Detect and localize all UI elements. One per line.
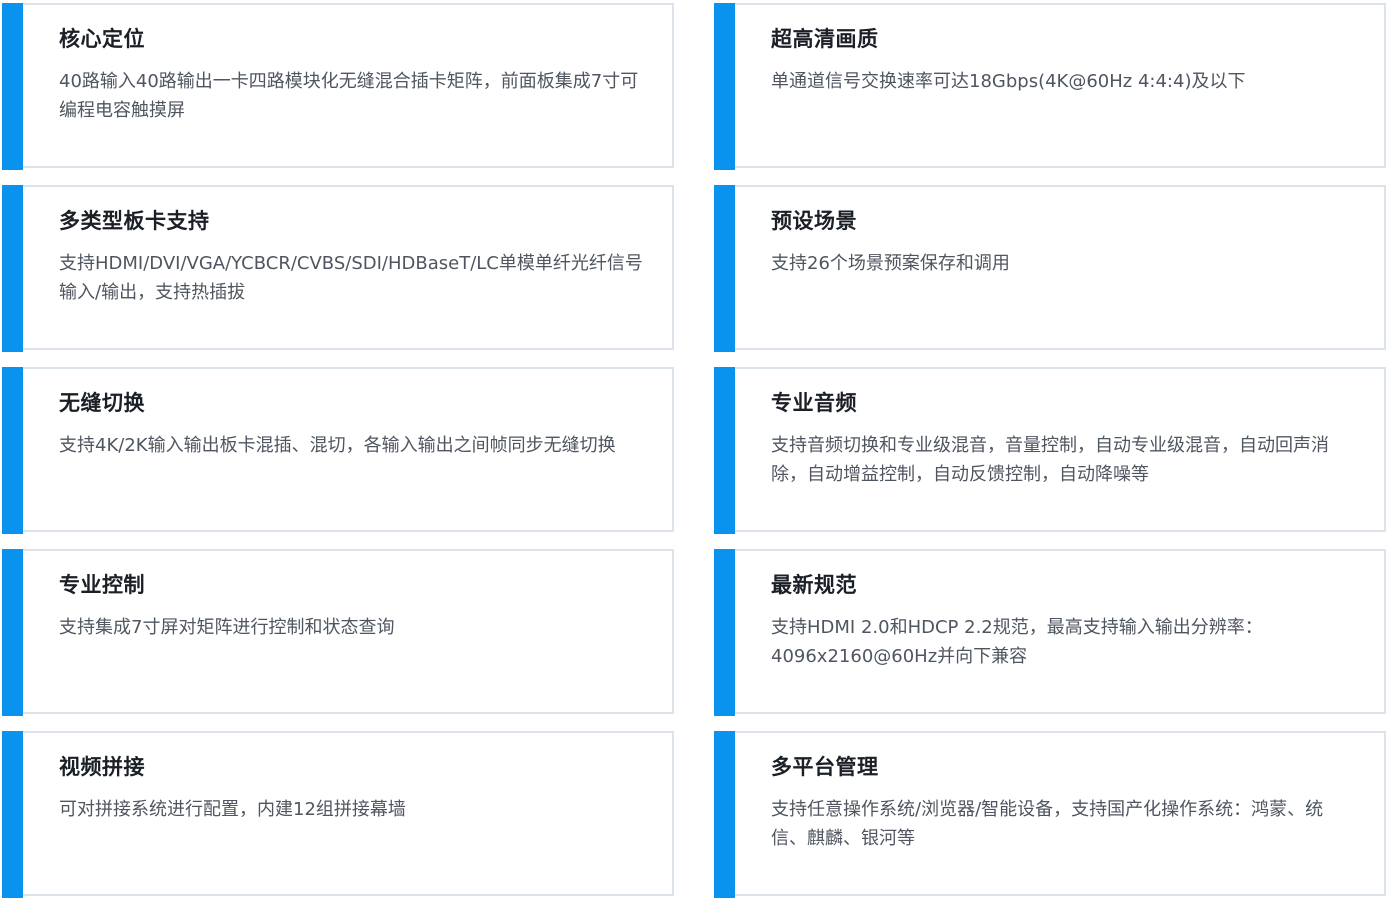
feature-card-video-splicing: 视频拼接 可对拼接系统进行配置，内建12组拼接幕墙 [2, 731, 674, 898]
accent-bar [2, 367, 23, 534]
feature-title: 专业音频 [771, 391, 857, 415]
feature-card-pro-audio: 专业音频 支持音频切换和专业级混音，音量控制，自动专业级混音，自动回声消除，自动… [714, 367, 1386, 534]
accent-bar [714, 731, 735, 898]
accent-bar [2, 549, 23, 716]
feature-title: 多类型板卡支持 [59, 209, 210, 233]
feature-title: 预设场景 [771, 209, 857, 233]
feature-card-multi-platform: 多平台管理 支持任意操作系统/浏览器/智能设备，支持国产化操作系统：鸿蒙、统信、… [714, 731, 1386, 898]
feature-description: 支持HDMI 2.0和HDCP 2.2规范，最高支持输入输出分辨率：4096x2… [771, 617, 1263, 667]
feature-card-preset-scenes: 预设场景 支持26个场景预案保存和调用 [714, 185, 1386, 352]
feature-description: 支持集成7寸屏对矩阵进行控制和状态查询 [59, 617, 395, 638]
feature-card-pro-control: 专业控制 支持集成7寸屏对矩阵进行控制和状态查询 [2, 549, 674, 716]
feature-description: 支持任意操作系统/浏览器/智能设备，支持国产化操作系统：鸿蒙、统信、麒麟、银河等 [771, 799, 1324, 849]
feature-title: 超高清画质 [771, 27, 879, 51]
feature-description: 支持4K/2K输入输出板卡混插、混切，各输入输出之间帧同步无缝切换 [59, 435, 616, 456]
feature-card-latest-spec: 最新规范 支持HDMI 2.0和HDCP 2.2规范，最高支持输入输出分辨率：4… [714, 549, 1386, 716]
feature-description: 支持26个场景预案保存和调用 [771, 253, 1010, 274]
feature-grid: 核心定位 40路输入40路输出一卡四路模块化无缝混合插卡矩阵，前面板集成7寸可编… [0, 0, 1390, 901]
feature-title: 核心定位 [59, 27, 145, 51]
feature-title: 最新规范 [771, 573, 857, 597]
accent-bar [714, 185, 735, 352]
feature-title: 视频拼接 [59, 755, 145, 779]
accent-bar [2, 3, 23, 170]
feature-card-board-support: 多类型板卡支持 支持HDMI/DVI/VGA/YCBCR/CVBS/SDI/HD… [2, 185, 674, 352]
feature-description: 40路输入40路输出一卡四路模块化无缝混合插卡矩阵，前面板集成7寸可编程电容触摸… [59, 71, 639, 121]
feature-card-core-positioning: 核心定位 40路输入40路输出一卡四路模块化无缝混合插卡矩阵，前面板集成7寸可编… [2, 3, 674, 170]
feature-card-seamless-switching: 无缝切换 支持4K/2K输入输出板卡混插、混切，各输入输出之间帧同步无缝切换 [2, 367, 674, 534]
accent-bar [714, 367, 735, 534]
feature-description: 支持HDMI/DVI/VGA/YCBCR/CVBS/SDI/HDBaseT/LC… [59, 253, 643, 303]
accent-bar [714, 549, 735, 716]
accent-bar [714, 3, 735, 170]
feature-description: 可对拼接系统进行配置，内建12组拼接幕墙 [59, 799, 406, 820]
feature-title: 专业控制 [59, 573, 145, 597]
feature-title: 多平台管理 [771, 755, 879, 779]
feature-description: 单通道信号交换速率可达18Gbps(4K@60Hz 4:4:4)及以下 [771, 71, 1246, 92]
accent-bar [2, 185, 23, 352]
feature-card-uhd-quality: 超高清画质 单通道信号交换速率可达18Gbps(4K@60Hz 4:4:4)及以… [714, 3, 1386, 170]
feature-description: 支持音频切换和专业级混音，音量控制，自动专业级混音，自动回声消除，自动增益控制，… [771, 435, 1329, 485]
accent-bar [2, 731, 23, 898]
feature-title: 无缝切换 [59, 391, 145, 415]
